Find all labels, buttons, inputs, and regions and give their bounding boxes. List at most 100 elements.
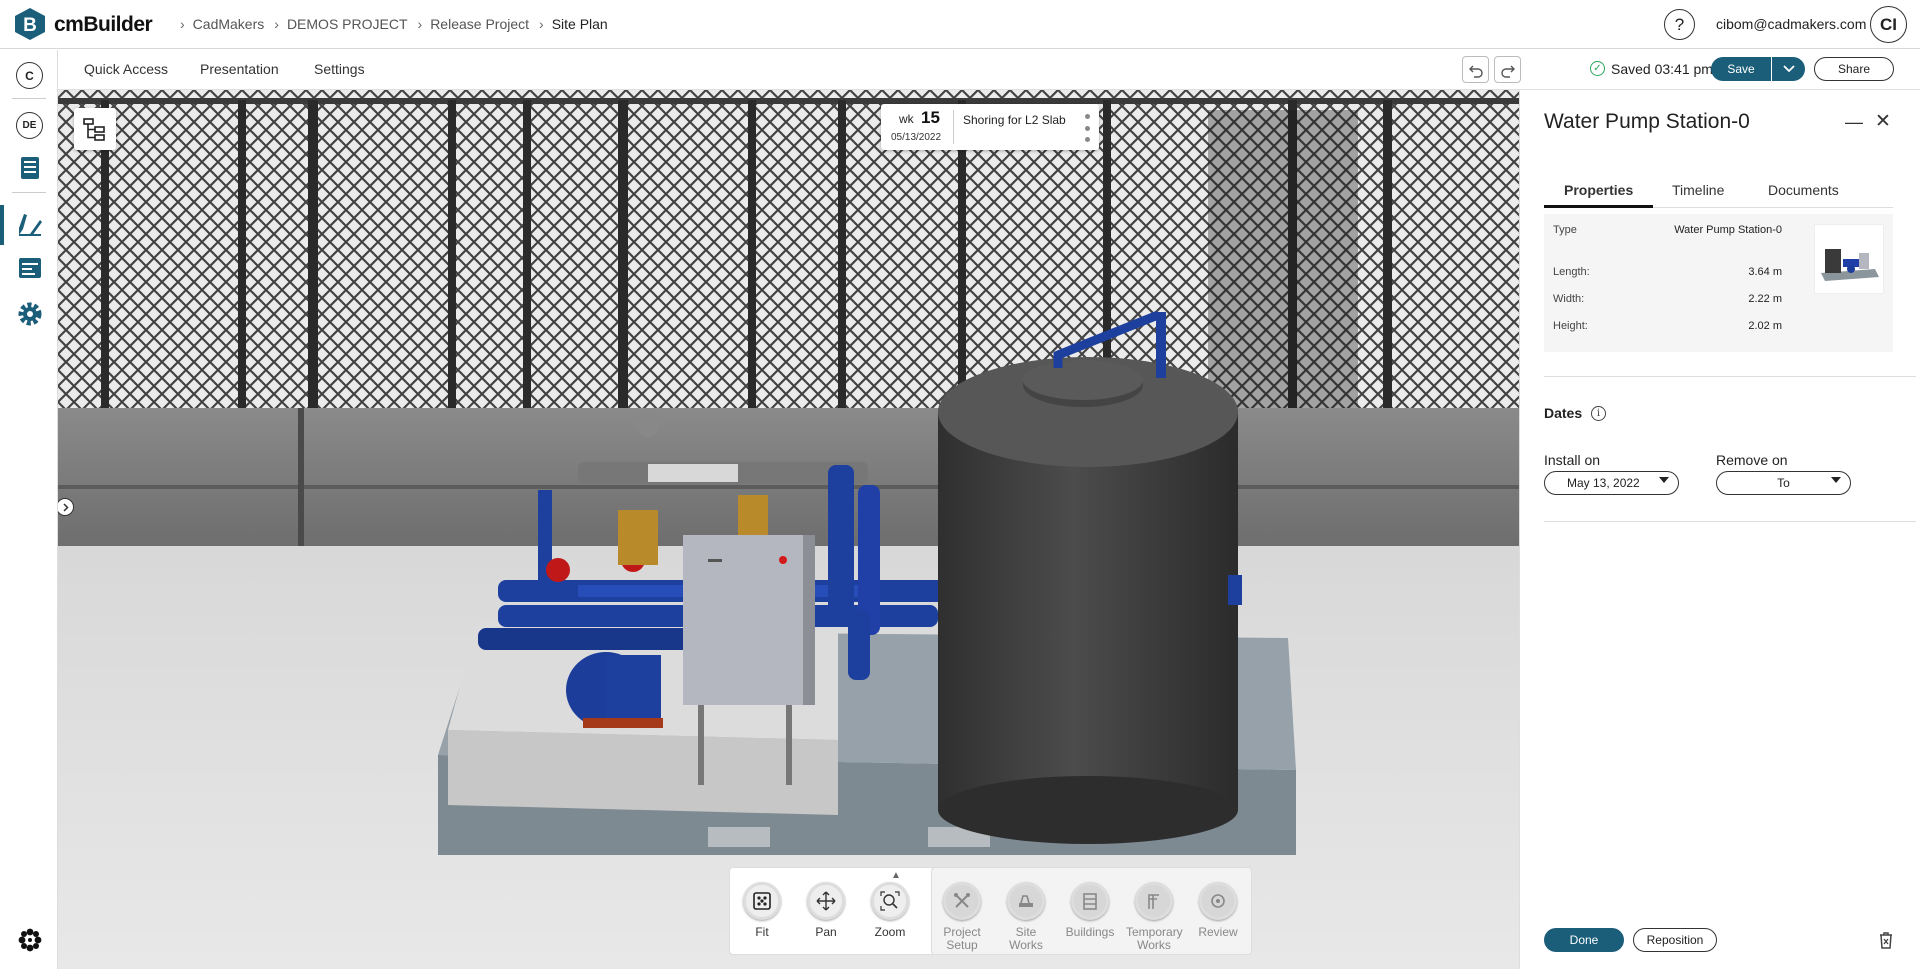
navigation-tools: ▲ Fit Pan Zoom <box>729 867 955 955</box>
site-works-tool[interactable]: Site Works <box>998 882 1054 952</box>
menu-quick-access[interactable]: Quick Access <box>84 61 168 77</box>
buildings-icon <box>1071 882 1109 920</box>
top-bar: B cmBuilder › CadMakers › DEMOS PROJECT … <box>0 0 1920 49</box>
breadcrumb-item-project[interactable]: DEMOS PROJECT <box>287 16 408 32</box>
week-label: wk <box>899 112 914 126</box>
chevron-up-icon[interactable]: ▲ <box>891 870 901 881</box>
share-button[interactable]: Share <box>1814 57 1894 81</box>
gear-icon[interactable] <box>16 300 44 328</box>
tree-hierarchy-icon <box>83 118 105 141</box>
pan-icon <box>807 882 845 920</box>
prop-length-value: 3.64 m <box>1748 266 1782 278</box>
draw-tool-icon[interactable] <box>16 210 44 238</box>
temporary-works-label: Temporary Works <box>1126 925 1183 952</box>
schedule-icon[interactable] <box>16 254 44 282</box>
buildings-label: Buildings <box>1065 925 1115 939</box>
breadcrumb-item-organization[interactable]: CadMakers <box>193 16 265 32</box>
rail-active-indicator <box>0 205 4 245</box>
chevron-down-icon <box>1782 65 1795 73</box>
review-icon <box>1199 882 1237 920</box>
object-tree-button[interactable] <box>74 108 116 150</box>
week-date: 05/13/2022 <box>891 132 942 143</box>
tab-active-indicator <box>1544 205 1653 208</box>
chevron-right-icon: › <box>274 16 279 32</box>
fit-icon <box>743 882 781 920</box>
buildings-tool[interactable]: Buildings <box>1062 882 1118 939</box>
project-setup-tool[interactable]: Project Setup <box>934 882 990 952</box>
minimize-icon[interactable]: — <box>1844 112 1864 132</box>
prop-length-label: Length: <box>1553 266 1590 278</box>
review-tool[interactable]: Review <box>1190 882 1246 939</box>
left-rail: C DE <box>0 50 58 969</box>
category-tools: Project Setup Site Works Buildings Tempo… <box>931 867 1252 955</box>
tab-properties[interactable]: Properties <box>1564 182 1633 198</box>
week-number: 15 <box>921 108 940 127</box>
cmbuilder-logo-icon[interactable]: B <box>14 7 46 41</box>
chevron-right-icon: › <box>417 16 423 32</box>
dates-title: Dates <box>1544 405 1583 421</box>
fit-tool[interactable]: Fit <box>734 882 790 939</box>
zoom-label: Zoom <box>874 925 906 939</box>
menu-settings[interactable]: Settings <box>314 61 365 77</box>
install-on-select[interactable]: May 13, 2022 <box>1544 471 1679 495</box>
install-on-label: Install on <box>1544 452 1601 468</box>
install-on-value: May 13, 2022 <box>1567 476 1640 490</box>
zoom-icon <box>871 882 909 920</box>
pan-label: Pan <box>815 925 837 939</box>
prop-width-label: Width: <box>1553 293 1585 305</box>
rail-divider <box>12 98 46 99</box>
prop-height-label: Height: <box>1553 320 1588 332</box>
close-icon[interactable]: ✕ <box>1872 110 1894 132</box>
tab-documents[interactable]: Documents <box>1768 182 1839 198</box>
zoom-tool[interactable]: Zoom <box>862 882 918 939</box>
info-icon[interactable]: i <box>1591 406 1606 421</box>
breadcrumb: › CadMakers › DEMOS PROJECT › Release Pr… <box>170 16 608 32</box>
remove-on-select[interactable]: To <box>1716 471 1851 495</box>
menu-presentation[interactable]: Presentation <box>200 61 279 77</box>
app-name: cmBuilder <box>54 13 153 36</box>
reposition-button[interactable]: Reposition <box>1633 928 1717 952</box>
apps-grid-icon[interactable] <box>16 926 44 954</box>
done-button[interactable]: Done <box>1544 928 1624 952</box>
caret-down-icon <box>1831 477 1841 483</box>
redo-button[interactable] <box>1494 56 1521 83</box>
properties-box: Type Water Pump Station-0 Length: 3.64 m… <box>1544 214 1893 352</box>
user-avatar[interactable]: CI <box>1870 6 1907 43</box>
breadcrumb-item-release[interactable]: Release Project <box>430 16 529 32</box>
language-button[interactable]: DE <box>16 112 43 139</box>
water-pump-thumbnail-icon <box>1821 249 1879 281</box>
prop-type-value: Water Pump Station-0 <box>1674 224 1782 236</box>
prop-type-label: Type <box>1553 224 1577 236</box>
pan-tool[interactable]: Pan <box>798 882 854 939</box>
section-divider <box>1544 376 1916 377</box>
site-works-icon <box>1007 882 1045 920</box>
object-thumbnail <box>1814 224 1884 294</box>
user-email[interactable]: cibom@cadmakers.com <box>1716 16 1866 32</box>
save-button[interactable]: Save <box>1711 57 1771 81</box>
schedule-week-card[interactable]: wk 15 05/13/2022 Shoring for L2 Slab <box>881 104 1099 150</box>
delete-icon[interactable] <box>1875 929 1897 951</box>
book-icon[interactable] <box>16 154 44 182</box>
project-setup-label: Project Setup <box>943 925 981 952</box>
scene-render <box>58 90 1519 969</box>
organization-button[interactable]: C <box>16 62 43 89</box>
undo-button[interactable] <box>1462 56 1489 83</box>
temporary-works-icon <box>1135 882 1173 920</box>
rail-divider <box>12 192 46 193</box>
tab-timeline[interactable]: Timeline <box>1672 182 1724 198</box>
help-button[interactable]: ? <box>1664 9 1695 40</box>
save-options-dropdown[interactable] <box>1772 57 1805 81</box>
secondary-toolbar: Quick Access Presentation Settings ✓ Sav… <box>58 50 1920 90</box>
redo-icon <box>1500 65 1515 78</box>
remove-on-label: Remove on <box>1716 452 1788 468</box>
temporary-works-tool[interactable]: Temporary Works <box>1126 882 1183 952</box>
3d-viewport[interactable]: wk 15 05/13/2022 Shoring for L2 Slab ▲ F… <box>58 90 1519 969</box>
week-task: Shoring for L2 Slab <box>963 113 1066 127</box>
panel-tabs: Properties Timeline Documents <box>1544 174 1893 208</box>
saved-status: Saved 03:41 pm <box>1611 61 1713 77</box>
more-vertical-icon[interactable] <box>1083 114 1091 142</box>
panel-title: Water Pump Station-0 <box>1544 110 1750 133</box>
fit-label: Fit <box>755 925 769 939</box>
chevron-right-icon <box>62 502 69 512</box>
saved-check-icon: ✓ <box>1590 61 1605 76</box>
